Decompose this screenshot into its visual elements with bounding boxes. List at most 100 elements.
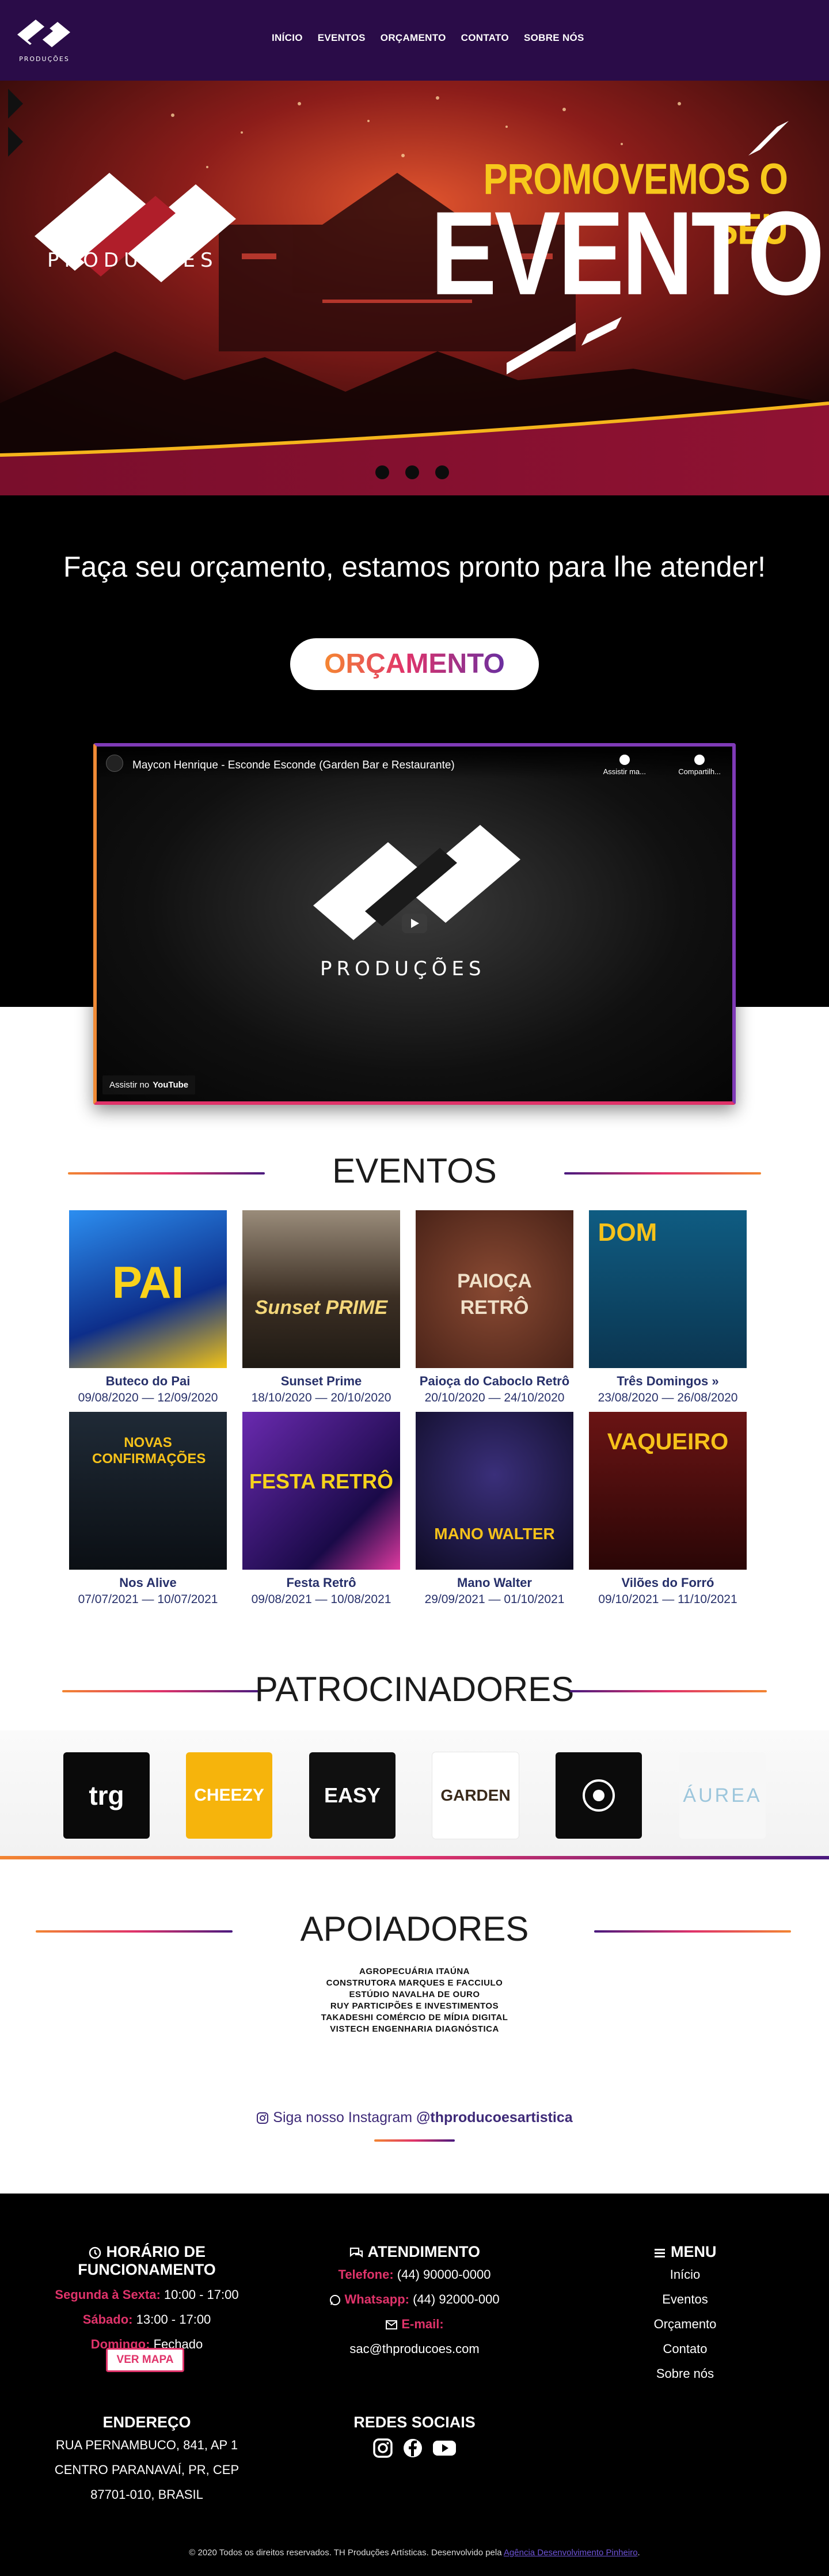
hours-column: HORÁRIO DE FUNCIONAMENTO Segunda à Sexta…: [35, 2243, 259, 2357]
video-title[interactable]: Maycon Henrique - Esconde Esconde (Garde…: [132, 759, 455, 772]
event-poster[interactable]: FESTA RETRÔ: [242, 1412, 400, 1570]
nav-inicio[interactable]: INÍCIO: [272, 32, 303, 44]
whatsapp-label: Whatsapp:: [344, 2292, 409, 2306]
logo-icon[interactable]: PRODUÇÕES: [13, 15, 76, 65]
nav-contato[interactable]: CONTATO: [461, 32, 509, 44]
facebook-icon[interactable]: [402, 2437, 424, 2459]
instagram-handle[interactable]: @thproducoesartistica: [416, 2109, 573, 2126]
slider-dot[interactable]: [435, 465, 449, 479]
event-name[interactable]: Três Domingos »: [589, 1374, 747, 1389]
youtube-video[interactable]: Maycon Henrique - Esconde Esconde (Garde…: [93, 743, 736, 1105]
address-line: CENTRO PARANAVAÍ, PR, CEP: [54, 2463, 239, 2477]
sponsors-bottom-bar: [0, 1856, 829, 1859]
event-card[interactable]: VAQUEIRO Vilões do Forró 09/10/2021 — 11…: [589, 1412, 747, 1607]
sponsors-carousel: trg CHEEZY EASY GARDEN ÁUREA: [0, 1730, 829, 1856]
share-label: Compartilh...: [678, 767, 721, 776]
event-poster[interactable]: NOVAS CONFIRMAÇÕES: [69, 1412, 227, 1570]
footer-link-inicio[interactable]: Início: [576, 2262, 794, 2287]
whatsapp-value[interactable]: (44) 92000-000: [413, 2292, 499, 2306]
event-dates: 29/09/2021 — 01/10/2021: [424, 1593, 565, 1606]
event-card[interactable]: PAIOÇA RETRÔ Paioça do Caboclo Retrô 20/…: [416, 1210, 573, 1405]
youtube-icon[interactable]: [432, 2437, 457, 2459]
service-title: ATENDIMENTO: [299, 2243, 530, 2261]
event-card[interactable]: FESTA RETRÔ Festa Retrô 09/08/2021 — 10/…: [242, 1412, 400, 1607]
slider-dot[interactable]: [405, 465, 419, 479]
poster-title: Sunset PRIME: [254, 1297, 388, 1319]
nav-eventos[interactable]: EVENTOS: [318, 32, 366, 44]
event-dates: 09/10/2021 — 11/10/2021: [598, 1593, 737, 1606]
event-name[interactable]: Buteco do Pai: [69, 1374, 227, 1389]
video-brand: PRODUÇÕES: [320, 957, 486, 980]
hours-row: Segunda à Sexta: 10:00 - 17:00: [35, 2282, 259, 2307]
event-name[interactable]: Nos Alive: [69, 1575, 227, 1590]
footer-link-sobre-nos[interactable]: Sobre nós: [576, 2361, 794, 2386]
share-icon: [694, 755, 705, 765]
event-name[interactable]: Sunset Prime: [242, 1374, 400, 1389]
sponsor-logo[interactable]: trg: [63, 1752, 150, 1839]
nav-orcamento[interactable]: ORÇAMENTO: [381, 32, 446, 44]
footer-link-contato[interactable]: Contato: [576, 2336, 794, 2361]
event-poster[interactable]: PAIOÇA RETRÔ: [416, 1210, 573, 1368]
hero-brand: PRODUÇÕES: [47, 249, 218, 272]
copyright-text: © 2020 Todos os direitos reservados. TH …: [189, 2548, 502, 2558]
event-card[interactable]: MANO WALTER Mano Walter 29/09/2021 — 01/…: [416, 1412, 573, 1607]
share-button[interactable]: Compartilh...: [678, 755, 721, 776]
sponsor-logo[interactable]: EASY: [309, 1752, 396, 1839]
sponsors-divider-right: [570, 1690, 767, 1692]
phone-value[interactable]: (44) 90000-0000: [397, 2267, 491, 2282]
agency-link[interactable]: Agência Desenvolvimento Pinheiro: [504, 2548, 638, 2558]
event-name[interactable]: Paioça do Caboclo Retrô: [416, 1374, 573, 1389]
menu-title-label: MENU: [671, 2243, 717, 2260]
main-nav: INÍCIO EVENTOS ORÇAMENTO CONTATO SOBRE N…: [272, 32, 584, 44]
event-card[interactable]: PAI Buteco do Pai 09/08/2020 — 12/09/202…: [69, 1210, 227, 1405]
watch-on-label: Assistir no: [109, 1080, 150, 1090]
sponsor-logo[interactable]: [556, 1752, 642, 1839]
event-card[interactable]: Sunset PRIME Sunset Prime 18/10/2020 — 2…: [242, 1210, 400, 1405]
prev-arrow-icon[interactable]: [8, 89, 23, 119]
hours-day: Sábado:: [82, 2312, 133, 2327]
footer-link-orcamento[interactable]: Orçamento: [576, 2312, 794, 2336]
watch-on-youtube[interactable]: Assistir no YouTube: [102, 1075, 196, 1094]
supporter-item: TAKADESHI COMÉRCIO DE MÍDIA DIGITAL: [321, 2013, 508, 2022]
instagram-icon: [257, 2112, 269, 2124]
slider-dot[interactable]: [375, 465, 389, 479]
watch-later-button[interactable]: Assistir ma...: [603, 755, 646, 776]
phone-row[interactable]: Telefone: (44) 90000-0000: [299, 2262, 530, 2287]
event-poster[interactable]: Sunset PRIME: [242, 1210, 400, 1368]
play-icon[interactable]: [402, 914, 427, 933]
social-icons: [299, 2437, 530, 2459]
sponsor-logo[interactable]: GARDEN: [432, 1752, 519, 1839]
event-poster[interactable]: MANO WALTER: [416, 1412, 573, 1570]
supporter-item: CONSTRUTORA MARQUES E FACCIULO: [326, 1978, 503, 1988]
event-card[interactable]: NOVAS CONFIRMAÇÕES Nos Alive 07/07/2021 …: [69, 1412, 227, 1607]
event-poster[interactable]: VAQUEIRO: [589, 1412, 747, 1570]
event-name[interactable]: Mano Walter: [416, 1575, 573, 1590]
supporters-heading: APOIADORES: [300, 1910, 529, 1948]
instagram-cta[interactable]: Siga nosso Instagram @thproducoesartisti…: [0, 2109, 829, 2126]
whatsapp-row[interactable]: Whatsapp: (44) 92000-000: [299, 2287, 530, 2312]
event-name[interactable]: Vilões do Forró: [589, 1575, 747, 1590]
next-arrow-icon[interactable]: [8, 127, 23, 157]
sponsor-logo[interactable]: ÁUREA: [679, 1752, 766, 1839]
cta-lead: Faça seu orçamento, estamos pronto para …: [63, 551, 766, 583]
event-poster[interactable]: DOM: [589, 1210, 747, 1368]
slider-dots: [375, 465, 449, 479]
event-poster[interactable]: PAI: [69, 1210, 227, 1368]
supporter-item: RUY PARTICIPÕES E INVESTIMENTOS: [330, 2001, 499, 2011]
nav-sobre-nos[interactable]: SOBRE NÓS: [524, 32, 584, 44]
orcamento-button[interactable]: ORÇAMENTO: [290, 638, 539, 690]
event-dates: 09/08/2020 — 12/09/2020: [78, 1391, 218, 1404]
instagram-icon[interactable]: [372, 2437, 394, 2459]
whatsapp-icon: [330, 2295, 341, 2306]
channel-avatar[interactable]: [106, 755, 123, 772]
sponsor-logo[interactable]: CHEEZY: [186, 1752, 272, 1839]
map-button[interactable]: VER MAPA: [106, 2348, 184, 2372]
address-title: ENDEREÇO: [102, 2414, 191, 2431]
event-card[interactable]: DOM Três Domingos » 23/08/2020 — 26/08/2…: [589, 1210, 747, 1405]
email-value[interactable]: sac@thproducoes.com: [299, 2336, 530, 2361]
service-title-label: ATENDIMENTO: [367, 2243, 481, 2260]
event-name[interactable]: Festa Retrô: [242, 1575, 400, 1590]
chat-icon: [349, 2247, 363, 2258]
crest-icon: [583, 1779, 615, 1812]
footer-link-eventos[interactable]: Eventos: [576, 2287, 794, 2312]
